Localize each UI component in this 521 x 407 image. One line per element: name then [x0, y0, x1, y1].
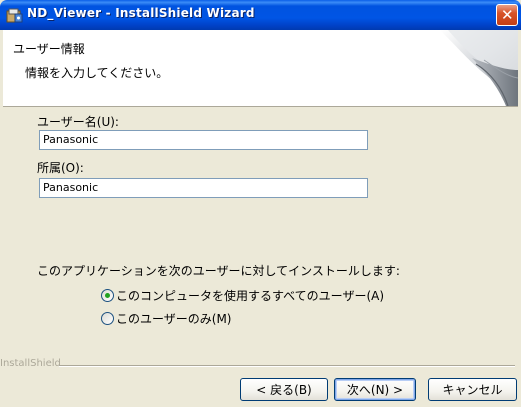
- radio-current-user-label: このユーザーのみ(M): [116, 312, 232, 326]
- back-button[interactable]: < 戻る(B): [240, 378, 328, 401]
- organization-label: 所属(O):: [37, 161, 84, 175]
- installshield-wizard-window: ND_Viewer - InstallShield Wizard ✕ ユーザー情…: [0, 0, 521, 407]
- header-graphic: [440, 30, 518, 106]
- radio-all-users[interactable]: このコンピュータを使用するすべてのユーザー(A): [101, 287, 384, 304]
- page-title: ユーザー情報: [13, 42, 85, 56]
- username-input[interactable]: Panasonic: [39, 130, 368, 150]
- close-icon: ✕: [501, 6, 514, 24]
- wizard-body: ユーザー名(U): Panasonic 所属(O): Panasonic このア…: [3, 108, 518, 358]
- radio-current-user[interactable]: このユーザーのみ(M): [101, 310, 231, 327]
- next-button[interactable]: 次へ(N) >: [334, 378, 416, 401]
- title-bar[interactable]: ND_Viewer - InstallShield Wizard ✕: [0, 0, 521, 30]
- radio-all-users-label: このコンピュータを使用するすべてのユーザー(A): [116, 289, 385, 303]
- organization-input[interactable]: Panasonic: [39, 178, 368, 198]
- radio-unselected-icon[interactable]: [101, 312, 114, 325]
- page-subtitle: 情報を入力してください。: [25, 66, 169, 80]
- wizard-header: ユーザー情報 情報を入力してください。: [3, 30, 518, 107]
- installshield-brand: InstallShield: [0, 358, 61, 369]
- footer-divider: [59, 365, 515, 367]
- username-label: ユーザー名(U):: [37, 115, 119, 129]
- cancel-button[interactable]: キャンセル: [428, 378, 517, 401]
- installer-icon: [6, 8, 23, 23]
- close-button[interactable]: ✕: [496, 4, 518, 26]
- radio-selected-icon[interactable]: [101, 289, 114, 302]
- window-title: ND_Viewer - InstallShield Wizard: [27, 6, 255, 20]
- install-for-prompt: このアプリケーションを次のユーザーに対してインストールします:: [37, 264, 400, 278]
